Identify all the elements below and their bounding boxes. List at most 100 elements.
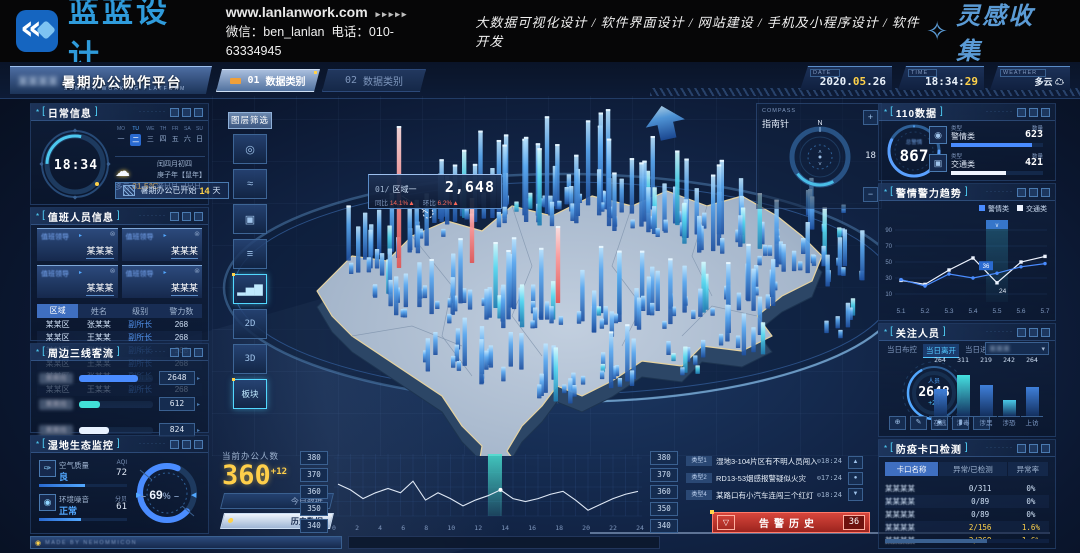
compass-panel: COMPASS 指南针 N ˄ ˅ + 18 − [756,103,882,209]
svg-text:∨: ∨ [995,223,999,229]
map-zoom-strip: + 18 − [863,110,878,202]
weekday: SA六 [184,126,191,146]
office-yaxis-right: 380370360350340 [650,451,678,533]
speaker-icon: ◉ [39,494,56,511]
layer-filter-title: 图层筛选 [228,112,272,129]
brand-header: « 蓝蓝设计 www.lanlanwork.com▸▸▸▸▸ 微信：ben_la… [0,0,1080,62]
trend-legend: 警情类 交通类 [979,204,1047,214]
cloud-icon: ☁ [1055,77,1064,87]
sparkle-icon: ✧ [926,16,948,47]
scroll-down-icon[interactable]: ▼ [848,488,863,501]
chevron-down-icon: ▾ [1041,345,1045,353]
svg-text:˅: ˅ [818,162,822,168]
clock-widget: 18:34 [35,126,115,207]
weekday: TU二 [130,126,141,146]
air-quality-metric: ✑ 空气质量 良 AQI 72 [39,460,127,490]
copyright-icon: ◉ [35,539,41,547]
eco-gauge-value: – 69% – [138,488,182,502]
layer-pin-icon-button[interactable]: ◎ [233,134,267,164]
layer-signal-icon-button[interactable]: ≈ [233,169,267,199]
axis-tick-box: 360 [650,485,678,499]
noise-metric: ◉ 环境噪音 正常 分贝 61 [39,494,127,524]
svg-text:◀: ◀ [191,492,197,499]
expand-icon[interactable] [194,108,203,117]
page: « 蓝蓝设计 www.lanlanwork.com▸▸▸▸▸ 微信：ben_la… [0,0,1080,553]
tab-chip-icon [230,78,241,84]
panel-title: 日常信息 [48,105,92,120]
checkpoint-header-tab[interactable]: 异常率 [1008,462,1049,476]
notice-banner: 暑期办公已开始14天 [115,182,229,199]
axis-tick-box: 350 [300,502,328,516]
layer-blocks-button[interactable]: 板块 [233,379,267,409]
focus-bar-column: 264在逃 [929,356,951,427]
panel-focus-personnel: *[关注人员]······· 当日布控当日离开当日进入 人员 2648 +24 … [878,323,1056,437]
alarm-icon: ◉ [929,126,947,144]
traffic-type-row: ▣ 类型交通类 数量421 [951,152,1043,178]
weekday: FR五 [172,126,179,146]
dashboard: 某某某某 暑期办公协作平台 SUMMER WORKING PLATFORM 01… [0,62,1080,553]
window-icon[interactable] [182,108,191,117]
close-icon: ⊗ [110,267,116,275]
compass-dial[interactable]: N ˄ ˅ [781,116,859,194]
layer-event-icon-button[interactable]: ▣ [233,204,267,234]
layer-filter-panel: 图层筛选 ◎ ≈ ▣ ≡ ▂▅▇ 2D 3D 板块 [228,112,272,409]
axis-tick-box: 380 [300,451,328,465]
leaf-icon: ✑ [39,460,56,477]
alert-item[interactable]: 类型2RD13-53烟感报警疑似火灾⊙17:24 [686,471,842,485]
checkpoint-header-tab[interactable]: 异常/已检测 [939,462,1008,476]
duty-leader-card: 值班领导▸⊗某某某 [37,265,118,298]
svg-text:˄: ˄ [818,150,822,156]
pen-icon[interactable]: ✎ [910,416,927,430]
alert-history-button[interactable]: ▽ 告警历史 36 [712,512,870,533]
brand-wechat: 微信：ben_lanlan [226,25,325,39]
panel-duty-staff: *[值班人员信息]······· 值班领导▸⊗某某某值班领导▸⊗某某某值班领导▸… [30,207,209,341]
zoom-level: 18 [865,151,876,161]
traffic-icon: ▣ [929,154,947,172]
map-north-arrow [642,102,688,144]
flow-row: 某某线2648▸ [39,367,200,389]
duty-leader-cards: 值班领导▸⊗某某某值班领导▸⊗某某某值班领导▸⊗某某某值班领导▸⊗某某某 [37,228,202,298]
alert-item[interactable]: 类型1湿地3-104片区有不明人员闯入⊙18:24 [686,454,842,468]
layer-barchart-icon-button[interactable]: ▂▅▇ [233,274,267,304]
layer-3d-button[interactable]: 3D [233,344,267,374]
scroll-dot-icon[interactable]: ● [848,472,863,485]
tab-data-category-2[interactable]: 02 数据类别 [322,69,426,92]
close-icon: ⊗ [194,267,200,275]
layer-2d-button[interactable]: 2D [233,309,267,339]
zoom-in-button[interactable]: + [863,110,878,125]
checkpoint-scrollbar[interactable] [885,539,1049,543]
axis-tick-box: 370 [300,468,328,482]
scroll-up-icon[interactable]: ▲ [848,456,863,469]
alarm-type-row: ◉ 类型警情类 数量623 [951,124,1043,150]
svg-text:5.3: 5.3 [944,308,953,315]
table-row: 某某某某0/3110% [885,482,1049,495]
footer-bar [348,536,660,549]
panel-police-trend: *[警情警力趋势]······· 警情类 交通类 9070503010∨3624… [878,183,1056,321]
checkpoint-header-tab[interactable]: 卡口名称 [885,462,939,476]
car-icon[interactable]: ⊕ [889,416,906,430]
axis-tick-box: 340 [650,519,678,533]
dashboard-topbar: 某某某某 暑期办公协作平台 SUMMER WORKING PLATFORM 01… [0,62,1080,99]
focus-dropdown[interactable]: 某某某▾ [985,342,1049,355]
focus-bar-column: 242涉恐 [998,356,1020,427]
map-3d-visualization[interactable]: 图层筛选 ◎≈▣≡▂▅▇2D3D板块 01/ 区域一 2,648 同比 14.1… [212,96,878,456]
alert-item[interactable]: 类型4某路口有小汽车连闯三个红灯⊙18:24 [686,488,842,502]
svg-text:90: 90 [885,228,892,234]
tooltip-value: 2,648 [445,178,495,196]
tab-data-category-1[interactable]: 01 数据类别 [216,69,320,92]
minimize-icon[interactable] [170,108,179,117]
svg-text:30: 30 [885,276,892,282]
alert-list: 类型1湿地3-104片区有不明人员闯入⊙18:24 类型2RD13-53烟感报警疑… [686,454,842,505]
checkpoint-rows: 某某某某0/3110%某某某某0/890%某某某某0/890%某某某某2/156… [885,482,1049,547]
alert-count-badge: 36 [843,515,865,530]
compass-north-label: N [817,120,822,127]
weekday: SU日 [196,126,203,146]
time-box: TIME 18:34:29 [898,66,984,90]
platform-title: 某某某某 暑期办公协作平台 SUMMER WORKING PLATFORM [10,66,212,94]
focus-tab[interactable]: 当日布控 [887,344,917,358]
brand-url[interactable]: www.lanlanwork.com [226,4,368,20]
checkpoint-header: 卡口名称异常/已检测异常率 [885,462,1049,476]
layer-list-icon-button[interactable]: ≡ [233,239,267,269]
zoom-out-button[interactable]: − [863,187,878,202]
table-row: 某某某某2/1561.6% [885,521,1049,534]
